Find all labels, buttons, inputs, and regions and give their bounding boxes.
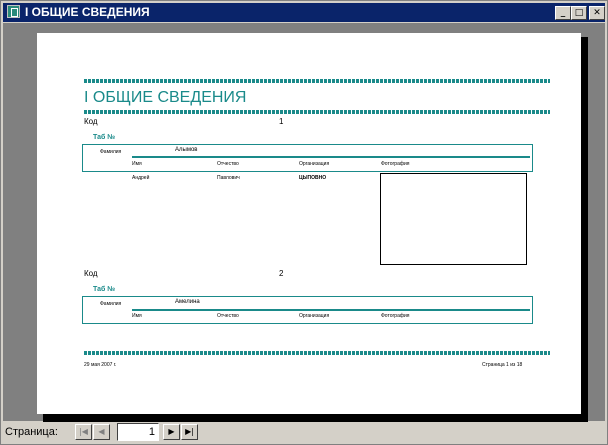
report-window: I ОБЩИЕ СВЕДЕНИЯ _ □ ✕ I ОБЩИЕ СВЕДЕНИЯ … (0, 0, 608, 445)
minimize-button[interactable]: _ (555, 6, 571, 20)
patronymic-value: Павлович (217, 175, 240, 181)
last-page-button[interactable]: ▶| (181, 424, 198, 440)
photo-header: Фотография (381, 161, 410, 167)
tab-number-label: Таб № (93, 134, 116, 141)
footer-rule (84, 351, 550, 355)
previous-page-button[interactable]: ◀ (93, 424, 110, 440)
code-value: 1 (279, 117, 284, 126)
employee-frame (82, 144, 533, 172)
organization-header: Организация (299, 313, 330, 319)
report-icon (7, 5, 20, 18)
code-label: Код (84, 117, 98, 126)
page-label: Страница: (5, 426, 58, 438)
photo-header: Фотография (381, 313, 410, 319)
code-value: 2 (279, 269, 284, 278)
tab-number-label: Таб № (93, 286, 116, 293)
title-bottom-rule (84, 110, 550, 114)
page-number-input[interactable]: 1 (117, 423, 159, 441)
section-rule (132, 156, 530, 158)
footer-date: 29 мая 2007 г. (84, 362, 117, 368)
surname-value: Алымов (175, 147, 198, 153)
name-value: Андрей (132, 175, 150, 181)
photo-frame (380, 173, 527, 265)
navigation-bar: Страница: |◀ ◀ 1 ▶ ▶| (3, 422, 605, 442)
surname-value: Амелина (175, 299, 200, 305)
surname-label: Фамилия (100, 149, 122, 155)
title-bar[interactable]: I ОБЩИЕ СВЕДЕНИЯ _ □ ✕ (3, 3, 605, 22)
title-top-rule (84, 79, 550, 83)
last-page-icon: ▶| (185, 427, 194, 436)
report-title: I ОБЩИЕ СВЕДЕНИЯ (84, 89, 247, 106)
next-page-icon: ▶ (168, 427, 175, 436)
surname-label: Фамилия (100, 301, 122, 307)
close-button[interactable]: ✕ (589, 6, 605, 20)
footer-page-info: Страница 1 из 18 (482, 362, 523, 368)
next-page-button[interactable]: ▶ (163, 424, 180, 440)
window-title: I ОБЩИЕ СВЕДЕНИЯ (25, 5, 150, 19)
section-rule (132, 309, 530, 311)
maximize-button[interactable]: □ (571, 6, 587, 20)
name-header: Имя (132, 313, 142, 319)
report-page: I ОБЩИЕ СВЕДЕНИЯ Код 1 Таб № Фамилия Алы… (37, 33, 581, 414)
first-page-icon: |◀ (79, 427, 88, 436)
preview-area[interactable]: I ОБЩИЕ СВЕДЕНИЯ Код 1 Таб № Фамилия Алы… (3, 23, 605, 427)
organization-value: ЦЫПОВНО (299, 175, 327, 181)
prev-page-icon: ◀ (98, 427, 105, 436)
code-label: Код (84, 269, 98, 278)
name-header: Имя (132, 161, 142, 167)
first-page-button[interactable]: |◀ (75, 424, 92, 440)
organization-header: Организация (299, 161, 330, 167)
patronymic-header: Отчество (217, 161, 239, 167)
patronymic-header: Отчество (217, 313, 239, 319)
